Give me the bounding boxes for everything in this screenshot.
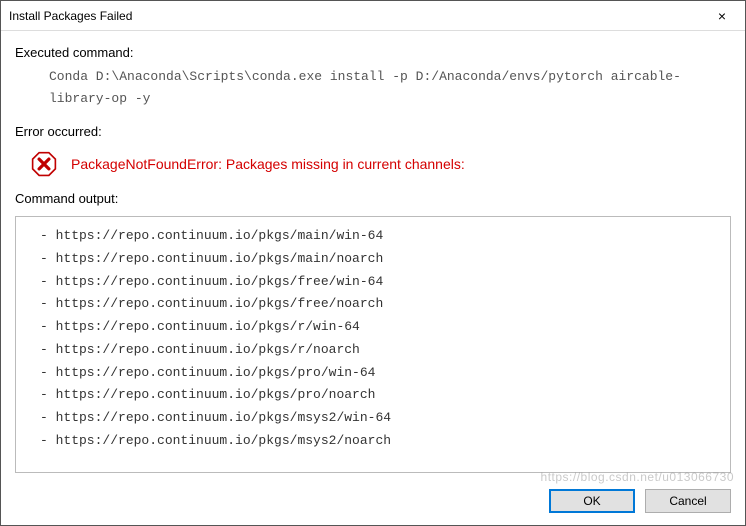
error-row: PackageNotFoundError: Packages missing i… <box>15 145 731 187</box>
output-line: - https://repo.continuum.io/pkgs/free/no… <box>40 293 722 316</box>
output-line: - https://repo.continuum.io/pkgs/msys2/n… <box>40 430 722 453</box>
titlebar: Install Packages Failed × <box>1 1 745 31</box>
output-line: - https://repo.continuum.io/pkgs/pro/win… <box>40 362 722 385</box>
output-line: - https://repo.continuum.io/pkgs/r/win-6… <box>40 316 722 339</box>
output-line: - https://repo.continuum.io/pkgs/main/no… <box>40 248 722 271</box>
error-icon <box>31 151 57 177</box>
output-line: - https://repo.continuum.io/pkgs/r/noarc… <box>40 339 722 362</box>
command-output-header: Command output: <box>15 191 731 206</box>
output-line: - https://repo.continuum.io/pkgs/free/wi… <box>40 271 722 294</box>
ok-button[interactable]: OK <box>549 489 635 513</box>
executed-command-text: Conda D:\Anaconda\Scripts\conda.exe inst… <box>15 66 731 120</box>
error-message: PackageNotFoundError: Packages missing i… <box>71 156 465 172</box>
output-line: - https://repo.continuum.io/pkgs/pro/noa… <box>40 384 722 407</box>
error-occurred-header: Error occurred: <box>15 124 731 139</box>
dialog-title: Install Packages Failed <box>9 9 132 23</box>
dialog-button-row: OK Cancel <box>1 481 745 525</box>
executed-command-header: Executed command: <box>15 45 731 60</box>
install-packages-failed-dialog: Install Packages Failed × Executed comma… <box>0 0 746 526</box>
dialog-content: Executed command: Conda D:\Anaconda\Scri… <box>1 31 745 481</box>
cancel-button[interactable]: Cancel <box>645 489 731 513</box>
close-button[interactable]: × <box>699 1 745 31</box>
close-icon: × <box>718 8 726 24</box>
output-line: - https://repo.continuum.io/pkgs/msys2/w… <box>40 407 722 430</box>
output-line: - https://repo.continuum.io/pkgs/main/wi… <box>40 225 722 248</box>
command-output-box[interactable]: - https://repo.continuum.io/pkgs/main/wi… <box>15 216 731 473</box>
